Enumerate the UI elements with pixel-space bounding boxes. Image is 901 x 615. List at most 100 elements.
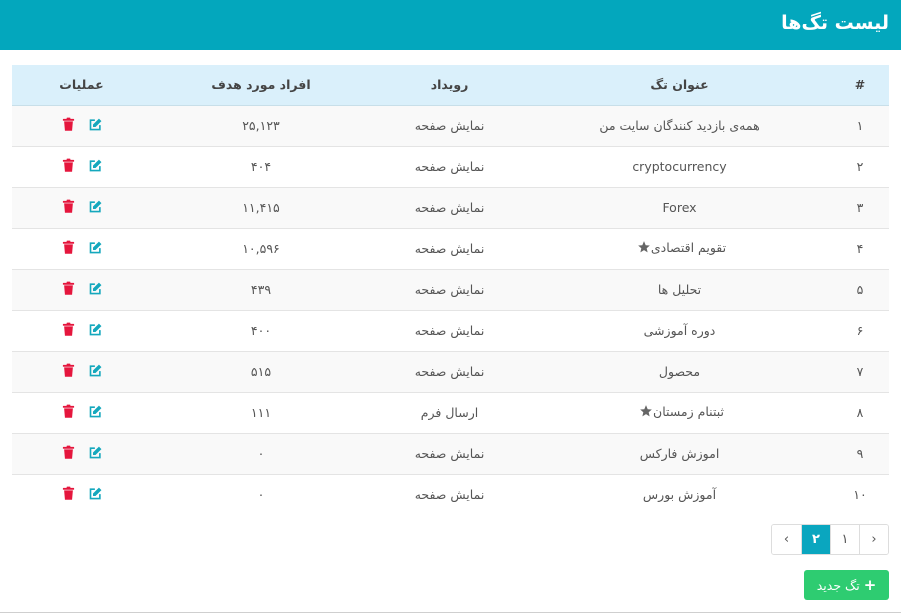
page-title: لیست تگ‌ها — [781, 12, 889, 34]
bottom-divider — [0, 612, 901, 613]
pagination-page-1[interactable]: ۱ — [830, 525, 859, 554]
cell-audience: ۴۳۹ — [151, 268, 371, 310]
cell-operations — [12, 473, 151, 515]
table-row: ۱ همه‌ی بازدید کنندگان سایت من نمایش صفحه ۲… — [12, 104, 889, 146]
table-row: ۳ Forex نمایش صفحه ۱۱,۴۱۵ — [12, 186, 889, 228]
tags-table: # عنوان تگ رویداد افراد مورد هدف عملیات … — [12, 65, 889, 515]
cell-title: همه‌ی بازدید کنندگان سایت من — [528, 104, 831, 146]
table-body: ۱ همه‌ی بازدید کنندگان سایت من نمایش صفحه ۲… — [12, 104, 889, 515]
table-row: ۹ اموزش فارکس نمایش صفحه ۰ — [12, 432, 889, 474]
new-tag-button[interactable]: + تگ جدید — [804, 570, 889, 600]
cell-operations — [12, 391, 151, 433]
cell-index: ۹ — [831, 432, 889, 474]
cell-event: نمایش صفحه — [371, 473, 528, 515]
cell-operations — [12, 186, 151, 228]
cell-title: اموزش فارکس — [528, 432, 831, 474]
table-row: ۸ ثبتنام زمستان ارسال فرم ۱۱۱ — [12, 391, 889, 433]
cell-audience: ۲۵,۱۲۳ — [151, 104, 371, 146]
edit-icon[interactable] — [88, 158, 103, 173]
edit-icon[interactable] — [88, 322, 103, 337]
cell-operations — [12, 145, 151, 187]
cell-audience: ۰ — [151, 473, 371, 515]
column-header-operations: عملیات — [12, 65, 151, 106]
delete-icon[interactable] — [61, 117, 76, 132]
cell-index: ۳ — [831, 186, 889, 228]
cell-event: نمایش صفحه — [371, 350, 528, 392]
cell-audience: ۱۱۱ — [151, 391, 371, 433]
tag-title: محصول — [658, 364, 701, 379]
tag-title: همه‌ی بازدید کنندگان سایت من — [599, 118, 760, 133]
cell-operations — [12, 350, 151, 392]
cell-operations — [12, 104, 151, 146]
plus-icon: + — [863, 575, 877, 594]
cell-title: تحلیل ها — [528, 268, 831, 310]
table-row: ۷ محصول نمایش صفحه ۵۱۵ — [12, 350, 889, 392]
cell-event: نمایش صفحه — [371, 268, 528, 310]
cell-audience: ۱۱,۴۱۵ — [151, 186, 371, 228]
edit-icon[interactable] — [88, 363, 103, 378]
cell-operations — [12, 432, 151, 474]
cell-title: محصول — [528, 350, 831, 392]
cell-title: تقویم اقتصادی — [528, 227, 831, 269]
delete-icon[interactable] — [61, 322, 76, 337]
edit-icon[interactable] — [88, 445, 103, 460]
cell-index: ۲ — [831, 145, 889, 187]
cell-index: ۴ — [831, 227, 889, 269]
cell-title: آموزش بورس — [528, 473, 831, 515]
tag-title: cryptocurrency — [632, 159, 727, 174]
cell-audience: ۵۱۵ — [151, 350, 371, 392]
cell-operations — [12, 227, 151, 269]
pagination-page-2[interactable]: ۲ — [801, 525, 830, 554]
table-row: ۵ تحلیل ها نمایش صفحه ۴۳۹ — [12, 268, 889, 310]
delete-icon[interactable] — [61, 240, 76, 255]
cell-index: ۸ — [831, 391, 889, 433]
table-header-row: # عنوان تگ رویداد افراد مورد هدف عملیات — [12, 65, 889, 106]
cell-event: ارسال فرم — [371, 391, 528, 433]
tag-title: اموزش فارکس — [639, 446, 720, 461]
tags-table-container: # عنوان تگ رویداد افراد مورد هدف عملیات … — [12, 65, 889, 515]
delete-icon[interactable] — [61, 199, 76, 214]
table-row: ۲ cryptocurrency نمایش صفحه ۴۰۴ — [12, 145, 889, 187]
edit-icon[interactable] — [88, 486, 103, 501]
delete-icon[interactable] — [61, 486, 76, 501]
page-header: لیست تگ‌ها — [0, 0, 901, 50]
delete-icon[interactable] — [61, 281, 76, 296]
cell-title: دوره آموزشی — [528, 309, 831, 351]
cell-index: ۱۰ — [831, 473, 889, 515]
edit-icon[interactable] — [88, 281, 103, 296]
tag-title: آموزش بورس — [642, 487, 717, 503]
cell-index: ۷ — [831, 350, 889, 392]
cell-audience: ۴۰۴ — [151, 145, 371, 187]
delete-icon[interactable] — [61, 363, 76, 378]
star-icon — [639, 404, 653, 421]
edit-icon[interactable] — [88, 404, 103, 419]
tag-title: ثبتنام زمستان — [653, 404, 724, 419]
cell-audience: ۱۰,۵۹۶ — [151, 227, 371, 269]
pagination-prev[interactable]: ‹ — [859, 525, 888, 554]
table-row: ۶ دوره آموزشی نمایش صفحه ۴۰۰ — [12, 309, 889, 351]
delete-icon[interactable] — [61, 404, 76, 419]
cell-event: نمایش صفحه — [371, 145, 528, 187]
delete-icon[interactable] — [61, 158, 76, 173]
cell-event: نمایش صفحه — [371, 186, 528, 228]
delete-icon[interactable] — [61, 445, 76, 460]
edit-icon[interactable] — [88, 117, 103, 132]
new-tag-button-label: تگ جدید — [816, 577, 860, 593]
cell-audience: ۴۰۰ — [151, 309, 371, 351]
cell-event: نمایش صفحه — [371, 432, 528, 474]
column-header-event: رویداد — [371, 65, 528, 106]
edit-icon[interactable] — [88, 240, 103, 255]
tag-title: Forex — [662, 200, 697, 215]
cell-index: ۱ — [831, 104, 889, 146]
cell-operations — [12, 268, 151, 310]
tag-title: تقویم اقتصادی — [650, 240, 727, 255]
edit-icon[interactable] — [88, 199, 103, 214]
column-header-audience: افراد مورد هدف — [151, 65, 371, 106]
column-header-title: عنوان تگ — [528, 65, 831, 106]
cell-event: نمایش صفحه — [371, 227, 528, 269]
cell-title: cryptocurrency — [528, 145, 831, 187]
cell-title: Forex — [528, 186, 831, 228]
pagination-next[interactable]: › — [772, 525, 801, 554]
tag-title: دوره آموزشی — [643, 323, 716, 338]
cell-index: ۵ — [831, 268, 889, 310]
